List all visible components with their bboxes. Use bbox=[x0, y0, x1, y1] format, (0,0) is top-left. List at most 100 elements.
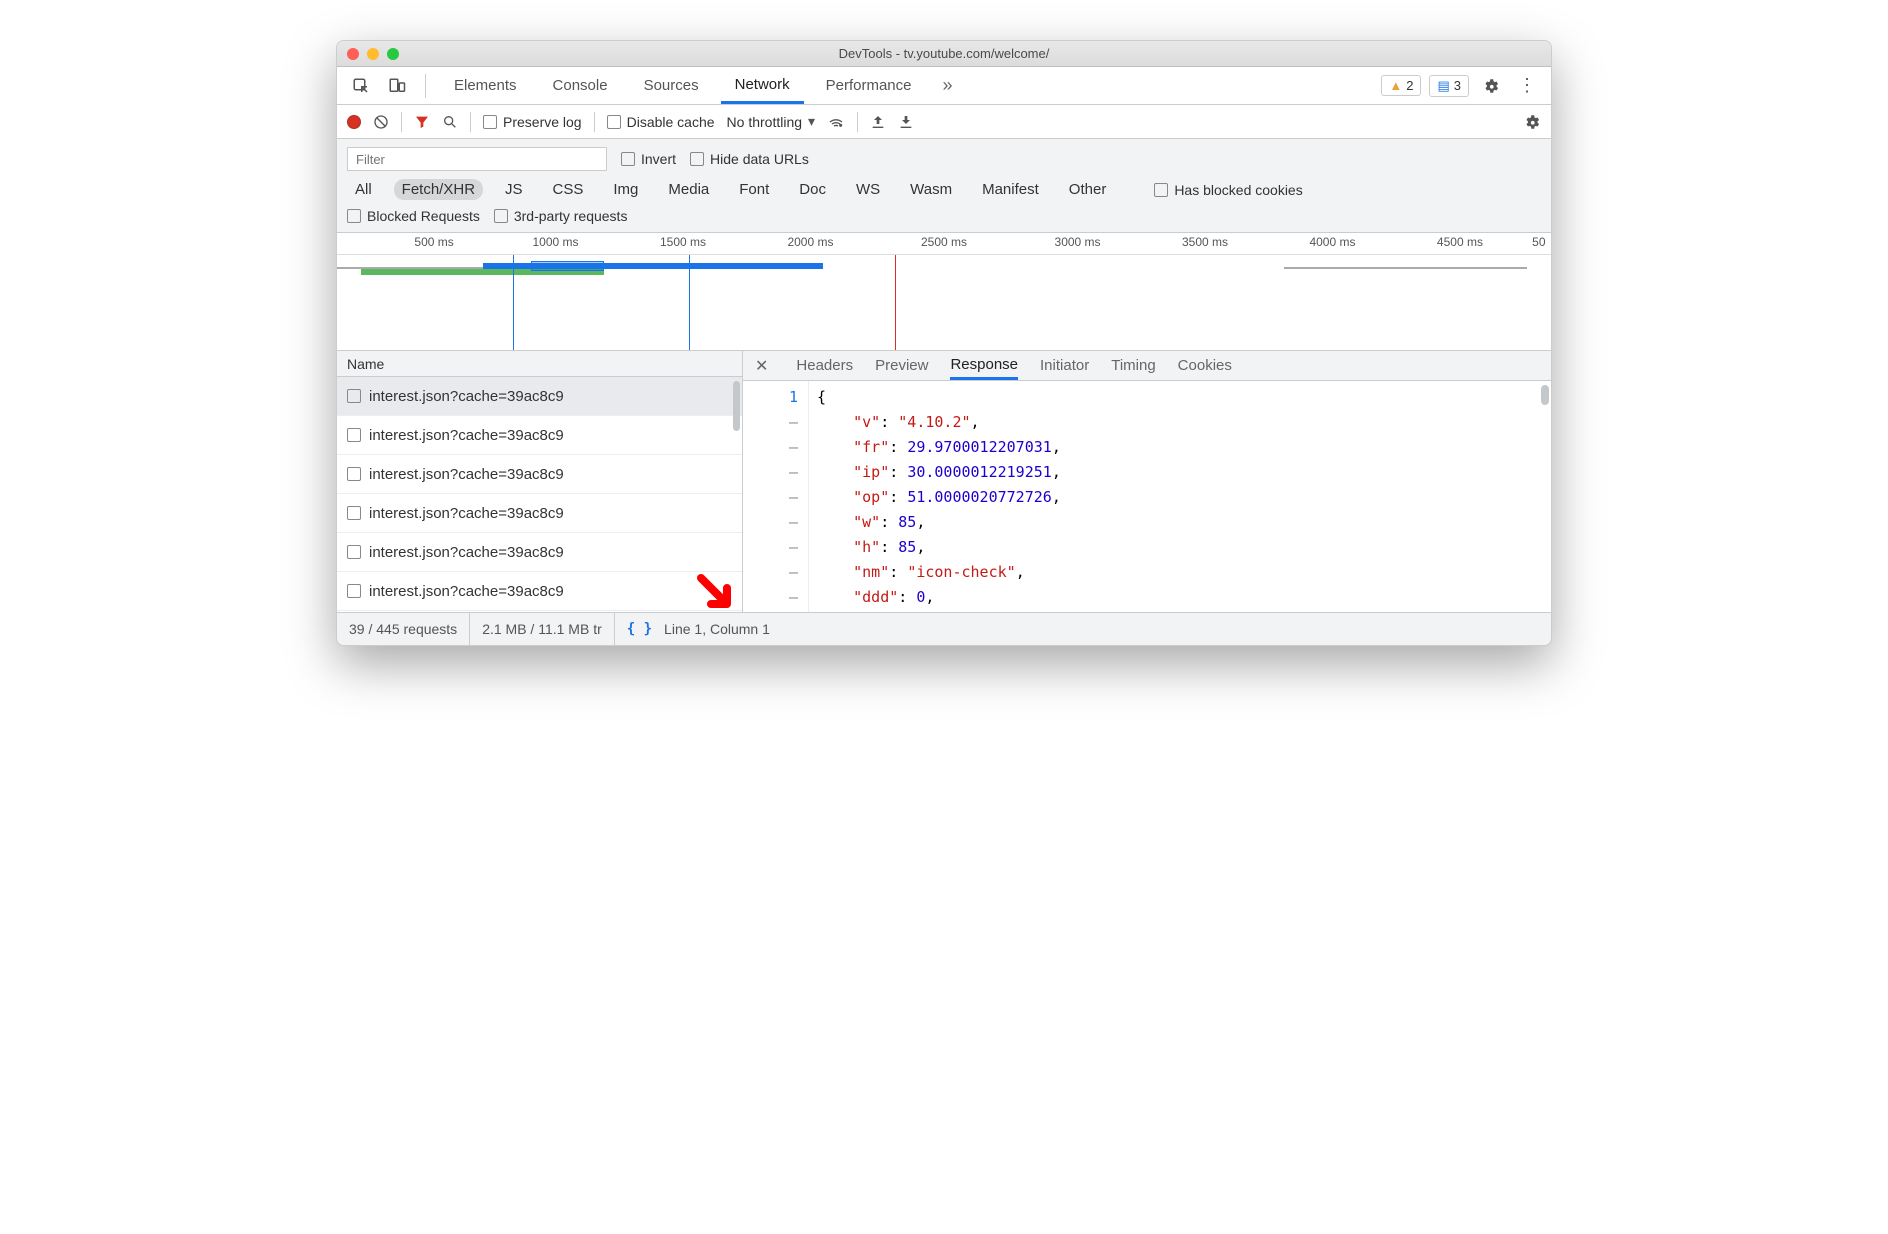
tick: 1500 ms bbox=[660, 235, 706, 249]
tick: 1000 ms bbox=[533, 235, 579, 249]
detail-pane: ✕ Headers Preview Response Initiator Tim… bbox=[743, 351, 1551, 612]
warnings-count: 2 bbox=[1406, 78, 1413, 93]
file-icon bbox=[347, 506, 361, 520]
filter-type-other[interactable]: Other bbox=[1061, 179, 1115, 200]
requests-list: interest.json?cache=39ac8c9 interest.jso… bbox=[337, 377, 742, 612]
clear-icon[interactable] bbox=[373, 114, 389, 130]
filter-type-css[interactable]: CSS bbox=[545, 179, 592, 200]
main-tabs: Elements Console Sources Network Perform… bbox=[337, 67, 1551, 105]
chevron-down-icon: ▾ bbox=[808, 113, 815, 130]
detail-tab-response[interactable]: Response bbox=[950, 351, 1018, 380]
tick: 4000 ms bbox=[1309, 235, 1355, 249]
dom-content-loaded-line bbox=[513, 255, 514, 350]
more-tabs-icon[interactable]: » bbox=[934, 74, 962, 98]
cursor-line bbox=[895, 255, 896, 350]
tick: 3000 ms bbox=[1055, 235, 1101, 249]
preserve-log-checkbox[interactable]: Preserve log bbox=[483, 114, 582, 130]
filter-type-doc[interactable]: Doc bbox=[791, 179, 834, 200]
request-row[interactable]: interest.json?cache=39ac8c9 bbox=[337, 494, 742, 533]
request-row[interactable]: interest.json?cache=39ac8c9 bbox=[337, 455, 742, 494]
tick: 4500 ms bbox=[1437, 235, 1483, 249]
timeline-ruler[interactable]: 500 ms 1000 ms 1500 ms 2000 ms 2500 ms 3… bbox=[337, 233, 1551, 255]
filter-type-media[interactable]: Media bbox=[660, 179, 717, 200]
filter-icon[interactable] bbox=[414, 114, 430, 130]
detail-tab-timing[interactable]: Timing bbox=[1111, 351, 1155, 380]
hide-data-urls-checkbox[interactable]: Hide data URLs bbox=[690, 151, 809, 167]
line-gutter: 1 – – – – – – – – bbox=[743, 381, 809, 612]
request-row[interactable]: interest.json?cache=39ac8c9 bbox=[337, 416, 742, 455]
pretty-print-icon[interactable]: { } bbox=[627, 621, 652, 637]
response-body[interactable]: 1 – – – – – – – – { "v": "4.10.2", "fr":… bbox=[743, 381, 1551, 612]
filter-type-wasm[interactable]: Wasm bbox=[902, 179, 960, 200]
detail-tab-headers[interactable]: Headers bbox=[796, 351, 853, 380]
file-icon bbox=[347, 545, 361, 559]
filter-input[interactable] bbox=[347, 147, 607, 171]
filter-type-fetchxhr[interactable]: Fetch/XHR bbox=[394, 179, 483, 200]
third-party-checkbox[interactable]: 3rd-party requests bbox=[494, 208, 628, 224]
detail-tabs: ✕ Headers Preview Response Initiator Tim… bbox=[743, 351, 1551, 381]
throttling-select[interactable]: No throttling ▾ bbox=[727, 113, 816, 130]
filter-type-all[interactable]: All bbox=[347, 179, 380, 200]
tick: 500 ms bbox=[414, 235, 453, 249]
blocked-cookies-checkbox[interactable]: Has blocked cookies bbox=[1154, 182, 1302, 198]
device-mode-icon[interactable] bbox=[383, 74, 411, 98]
filter-type-font[interactable]: Font bbox=[731, 179, 777, 200]
request-row[interactable]: interest.json?cache=39ac8c9 bbox=[337, 377, 742, 416]
download-icon[interactable] bbox=[898, 114, 914, 130]
tab-sources[interactable]: Sources bbox=[630, 67, 713, 104]
panel-settings-icon[interactable] bbox=[1523, 113, 1541, 131]
settings-icon[interactable] bbox=[1477, 74, 1505, 98]
timeline-overview[interactable] bbox=[337, 255, 1551, 351]
upload-icon[interactable] bbox=[870, 114, 886, 130]
search-icon[interactable] bbox=[442, 114, 458, 130]
tick: 3500 ms bbox=[1182, 235, 1228, 249]
load-event-line bbox=[689, 255, 690, 350]
split-pane: Name interest.json?cache=39ac8c9 interes… bbox=[337, 351, 1551, 613]
annotation-arrow-icon bbox=[693, 570, 741, 618]
blocked-requests-checkbox[interactable]: Blocked Requests bbox=[347, 208, 480, 224]
invert-checkbox[interactable]: Invert bbox=[621, 151, 676, 167]
timeline-selection[interactable] bbox=[531, 261, 604, 271]
close-panel-icon[interactable]: ✕ bbox=[755, 356, 768, 376]
filter-bar: Invert Hide data URLs All Fetch/XHR JS C… bbox=[337, 139, 1551, 233]
tab-performance[interactable]: Performance bbox=[812, 67, 926, 104]
request-row[interactable]: interest.json?cache=39ac8c9 bbox=[337, 533, 742, 572]
tick: 2000 ms bbox=[787, 235, 833, 249]
devtools-window: DevTools - tv.youtube.com/welcome/ Eleme… bbox=[336, 40, 1552, 646]
window-titlebar: DevTools - tv.youtube.com/welcome/ bbox=[337, 41, 1551, 67]
warnings-badge[interactable]: ▲ 2 bbox=[1381, 75, 1421, 96]
file-icon bbox=[347, 584, 361, 598]
requests-header[interactable]: Name bbox=[337, 351, 742, 377]
detail-tab-cookies[interactable]: Cookies bbox=[1178, 351, 1232, 380]
filter-type-img[interactable]: Img bbox=[605, 179, 646, 200]
file-icon bbox=[347, 428, 361, 442]
disable-cache-checkbox[interactable]: Disable cache bbox=[607, 114, 715, 130]
window-title: DevTools - tv.youtube.com/welcome/ bbox=[337, 46, 1551, 61]
messages-badge[interactable]: ▤ 3 bbox=[1429, 75, 1469, 97]
inspect-icon[interactable] bbox=[347, 74, 375, 98]
filter-type-manifest[interactable]: Manifest bbox=[974, 179, 1047, 200]
request-row[interactable]: interest.json?cache=39ac8c9 bbox=[337, 572, 742, 611]
message-icon: ▤ bbox=[1437, 78, 1449, 94]
record-button[interactable] bbox=[347, 115, 361, 129]
cursor-position: Line 1, Column 1 bbox=[664, 621, 770, 637]
network-toolbar: Preserve log Disable cache No throttling… bbox=[337, 105, 1551, 139]
network-conditions-icon[interactable] bbox=[827, 114, 845, 130]
requests-count: 39 / 445 requests bbox=[337, 613, 470, 645]
tab-network[interactable]: Network bbox=[721, 67, 804, 104]
tab-elements[interactable]: Elements bbox=[440, 67, 531, 104]
kebab-icon[interactable]: ⋮ bbox=[1513, 74, 1541, 98]
messages-count: 3 bbox=[1454, 78, 1461, 93]
status-bar: 39 / 445 requests 2.1 MB / 11.1 MB tr { … bbox=[337, 613, 1551, 645]
detail-tab-preview[interactable]: Preview bbox=[875, 351, 928, 380]
filter-type-js[interactable]: JS bbox=[497, 179, 531, 200]
transfer-size: 2.1 MB / 11.1 MB tr bbox=[470, 613, 615, 645]
detail-tab-initiator[interactable]: Initiator bbox=[1040, 351, 1089, 380]
scrollbar[interactable] bbox=[733, 381, 740, 431]
code-source: { "v": "4.10.2", "fr": 29.9700012207031,… bbox=[809, 381, 1551, 612]
file-icon bbox=[347, 467, 361, 481]
requests-pane: Name interest.json?cache=39ac8c9 interes… bbox=[337, 351, 743, 612]
scrollbar[interactable] bbox=[1541, 385, 1549, 405]
filter-type-ws[interactable]: WS bbox=[848, 179, 888, 200]
tab-console[interactable]: Console bbox=[539, 67, 622, 104]
